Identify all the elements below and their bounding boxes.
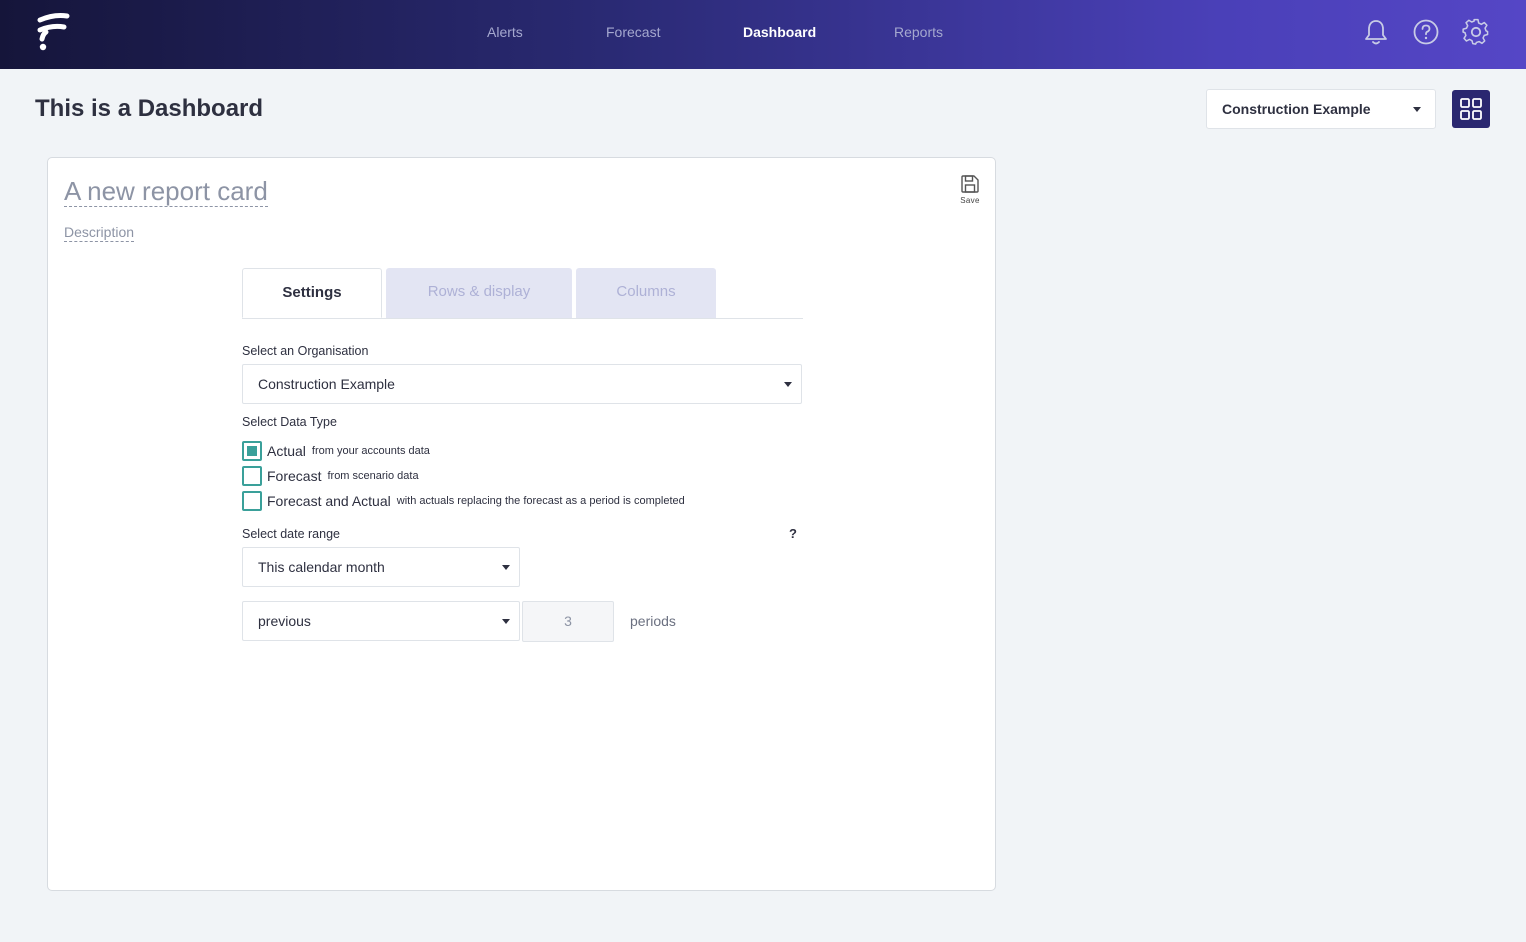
caret-down-icon [502,565,510,570]
floppy-disk-icon [961,175,979,193]
nav-reports[interactable]: Reports [894,24,943,40]
date-range-select-value: This calendar month [258,559,385,575]
organisation-dropdown[interactable]: Construction Example [1206,89,1436,129]
organisation-select-value: Construction Example [258,376,395,392]
nav-dashboard[interactable]: Dashboard [743,24,816,40]
period-count-input[interactable]: 3 [522,601,614,642]
checkbox-sublabel: with actuals replacing the forecast as a… [396,495,685,507]
page-title: This is a Dashboard [35,95,264,122]
forecast-checkbox[interactable] [242,466,262,486]
report-card: A new report card Description Save Setti… [47,157,996,891]
data-type-forecast: Forecast from scenario data [242,466,419,486]
forecast-and-actual-checkbox[interactable] [242,491,262,511]
app-logo-icon[interactable] [36,12,70,54]
date-range-label: Select date range [242,527,340,541]
dashboard-grid-button[interactable] [1452,90,1490,128]
period-direction-value: previous [258,613,311,629]
checkbox-sublabel: from your accounts data [311,445,430,457]
checkbox-label: Forecast and Actual [267,493,391,509]
top-navigation-bar: Alerts Forecast Dashboard Reports [0,0,1526,69]
bell-icon[interactable] [1362,18,1390,46]
date-range-select[interactable]: This calendar month [242,547,520,587]
periods-label: periods [630,613,676,629]
checkbox-label: Forecast [267,468,322,484]
tabs-divider [242,318,803,319]
checkbox-sublabel: from scenario data [327,470,419,482]
caret-down-icon [1413,107,1421,112]
organisation-dropdown-value: Construction Example [1222,101,1371,117]
grid-icon [1460,98,1482,120]
tab-columns[interactable]: Columns [576,268,716,318]
gear-icon[interactable] [1462,18,1490,46]
card-title[interactable]: A new report card [64,176,268,207]
help-circle-icon[interactable] [1412,18,1440,46]
actual-checkbox[interactable] [242,441,262,461]
period-direction-select[interactable]: previous [242,601,520,641]
nav-alerts[interactable]: Alerts [487,24,523,40]
data-type-actual: Actual from your accounts data [242,441,430,461]
tab-rows-display[interactable]: Rows & display [386,268,572,318]
checkbox-label: Actual [267,443,306,459]
caret-down-icon [784,382,792,387]
organisation-select[interactable]: Construction Example [242,364,802,404]
organisation-label: Select an Organisation [242,344,369,358]
tab-settings[interactable]: Settings [242,268,382,318]
data-type-forecast-and-actual: Forecast and Actual with actuals replaci… [242,491,685,511]
caret-down-icon [502,619,510,624]
nav-forecast[interactable]: Forecast [606,24,660,40]
save-button[interactable]: Save [956,174,984,208]
card-description[interactable]: Description [64,224,135,242]
help-icon[interactable]: ? [789,526,797,541]
data-type-label: Select Data Type [242,415,337,429]
save-label: Save [960,196,980,205]
